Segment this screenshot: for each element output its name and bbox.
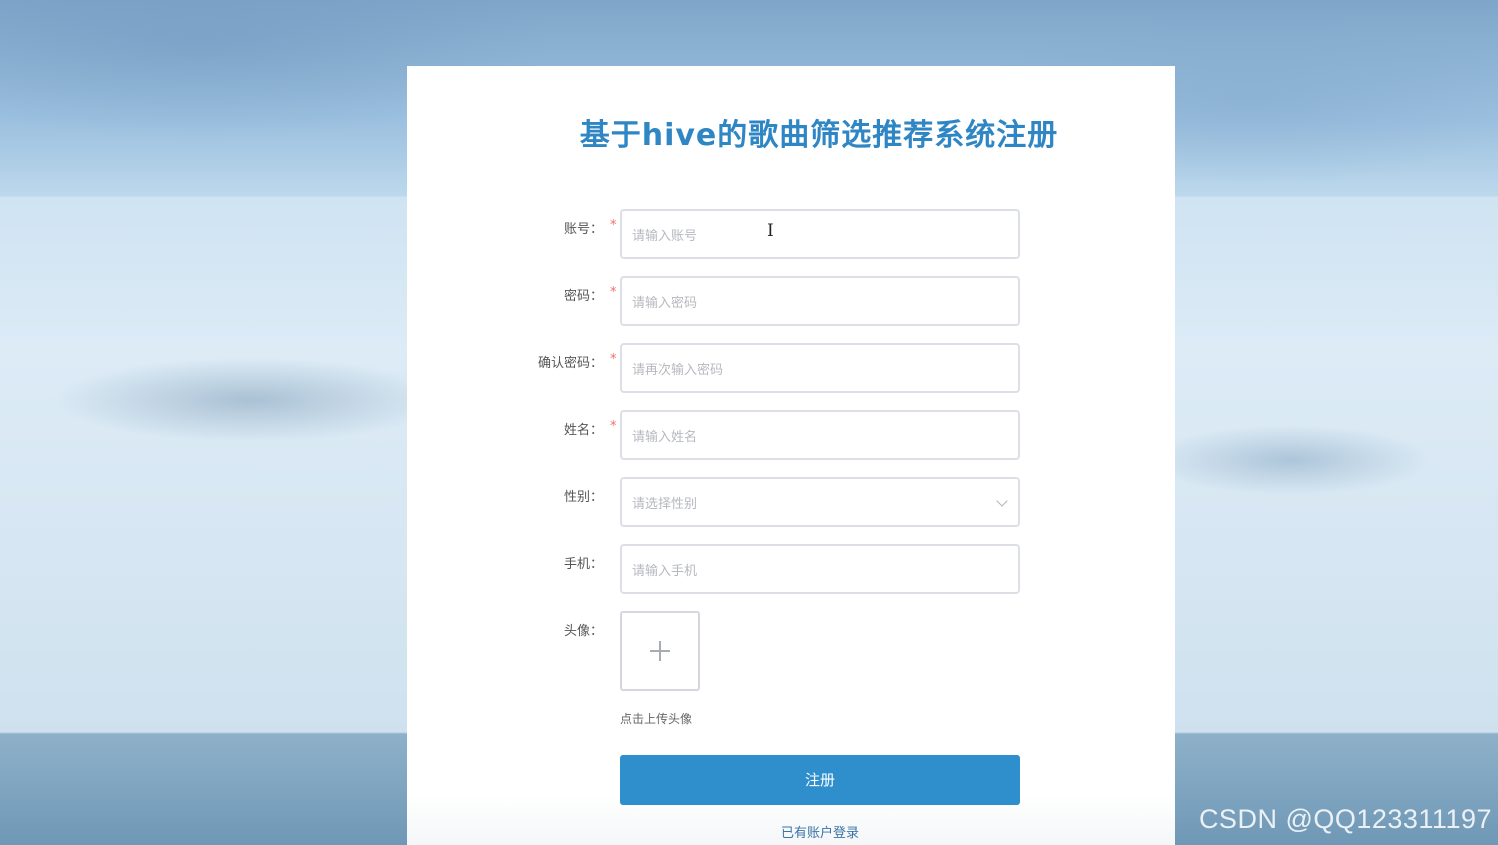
login-link-text[interactable]: 已有账户登录	[781, 826, 859, 841]
name-placeholder: 请输入姓名	[632, 430, 698, 445]
password-label: 密码：	[563, 289, 603, 304]
required-mark: *	[610, 285, 617, 300]
account-input[interactable]: 请输入账号 I	[620, 209, 1020, 259]
form-row-phone: 手机： 请输入手机	[407, 544, 1175, 594]
avatar-upload-button[interactable]	[620, 611, 700, 691]
password-input[interactable]: 请输入密码	[620, 276, 1020, 326]
avatar-upload-tip: 点击上传头像	[620, 712, 693, 726]
plus-icon	[659, 641, 661, 661]
required-mark: *	[610, 352, 617, 367]
phone-placeholder: 请输入手机	[632, 564, 698, 579]
confirm-password-input[interactable]: 请再次输入密码	[620, 343, 1020, 393]
phone-label: 手机：	[563, 557, 603, 572]
avatar-label: 头像：	[563, 624, 603, 639]
page-title: 基于hive的歌曲筛选推荐系统注册	[579, 118, 1059, 153]
account-placeholder: 请输入账号	[632, 229, 698, 244]
gender-placeholder: 请选择性别	[632, 497, 698, 512]
account-label: 账号：	[563, 222, 603, 237]
gender-select[interactable]: 请选择性别	[620, 477, 1020, 527]
confirm-password-placeholder: 请再次输入密码	[632, 363, 724, 378]
required-mark: *	[610, 419, 617, 434]
register-button[interactable]: 注册	[620, 755, 1020, 805]
register-card: 基于hive的歌曲筛选推荐系统注册 账号： * 请输入账号 I 密码： * 请输…	[407, 66, 1175, 845]
name-input[interactable]: 请输入姓名	[620, 410, 1020, 460]
form-row-password: 密码： * 请输入密码	[407, 276, 1175, 326]
phone-input[interactable]: 请输入手机	[620, 544, 1020, 594]
required-mark: *	[610, 218, 617, 233]
form-row-name: 姓名： * 请输入姓名	[407, 410, 1175, 460]
login-link: 已有账户登录	[407, 822, 1233, 841]
chevron-down-icon	[996, 495, 1008, 507]
confirm-password-label: 确认密码：	[537, 356, 603, 371]
password-placeholder: 请输入密码	[632, 296, 698, 311]
form-row-confirm-password: 确认密码： * 请再次输入密码	[407, 343, 1175, 393]
name-label: 姓名：	[563, 423, 603, 438]
gender-label: 性别：	[563, 490, 603, 505]
csdn-watermark: CSDN @QQ123311197	[1198, 804, 1492, 834]
form-row-account: 账号： * 请输入账号 I	[407, 209, 1175, 259]
text-cursor-icon: I	[767, 221, 774, 241]
form-row-gender: 性别： 请选择性别	[407, 477, 1175, 527]
form-row-avatar: 头像：	[407, 611, 1175, 661]
